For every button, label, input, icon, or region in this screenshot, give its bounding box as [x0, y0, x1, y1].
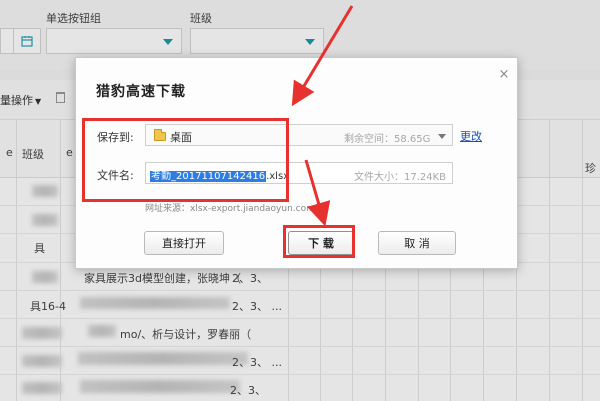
annotation-arrow-top: [291, 5, 354, 107]
annotation-arrow-download: [304, 159, 331, 227]
annotation-arrows: [291, 5, 354, 227]
